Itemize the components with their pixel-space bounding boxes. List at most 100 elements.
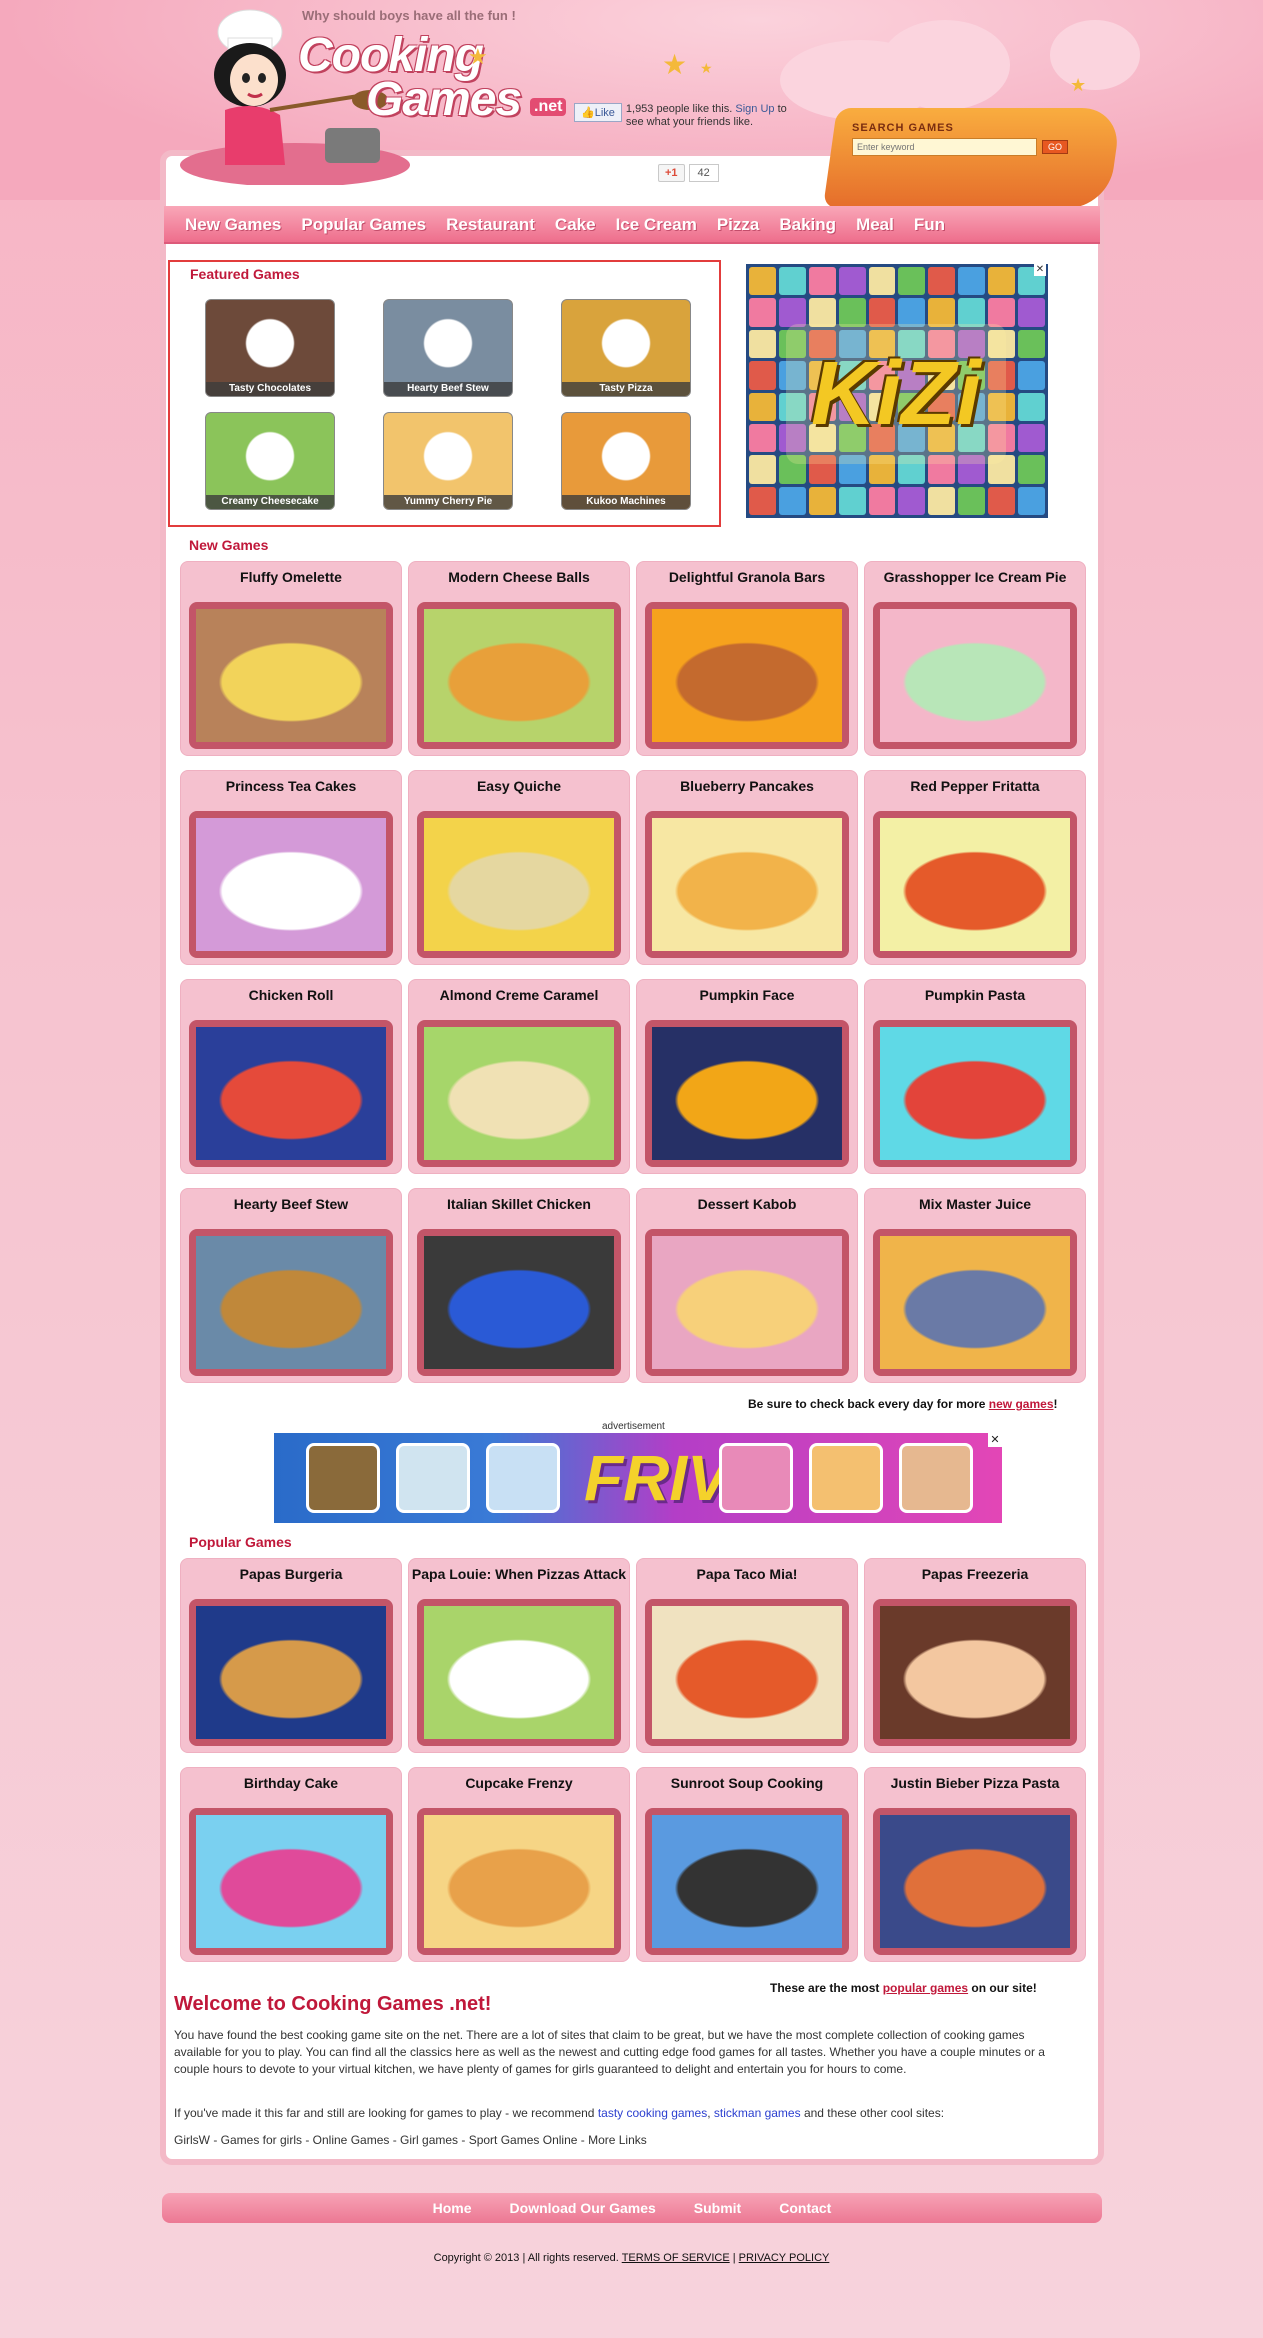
nav-cake[interactable]: Cake (555, 206, 596, 244)
game-thumbnail-frame[interactable] (417, 811, 621, 958)
tasty-cooking-games-link[interactable]: tasty cooking games (598, 2106, 707, 2120)
game-thumbnail[interactable] (196, 609, 386, 742)
game-thumbnail-frame[interactable] (645, 1808, 849, 1955)
nav-new-games[interactable]: New Games (185, 206, 281, 244)
game-thumbnail-frame[interactable] (873, 1808, 1077, 1955)
game-card[interactable]: Papa Louie: When Pizzas Attack (408, 1558, 630, 1753)
game-card[interactable]: Dessert Kabob (636, 1188, 858, 1383)
game-thumbnail[interactable] (880, 818, 1070, 951)
game-title[interactable]: Blueberry Pancakes (637, 779, 857, 794)
game-thumbnail[interactable] (652, 609, 842, 742)
close-icon[interactable]: ✕ (1034, 264, 1046, 276)
logo-text-games[interactable]: Games (366, 72, 522, 127)
game-title[interactable]: Papa Louie: When Pizzas Attack (409, 1567, 629, 1582)
game-title[interactable]: Delightful Granola Bars (637, 570, 857, 585)
game-thumbnail-frame[interactable] (417, 1599, 621, 1746)
game-thumbnail[interactable] (880, 1027, 1070, 1160)
game-title[interactable]: Papas Freezeria (865, 1567, 1085, 1582)
nav-ice-cream[interactable]: Ice Cream (616, 206, 697, 244)
game-thumbnail-frame[interactable] (417, 1229, 621, 1376)
game-title[interactable]: Princess Tea Cakes (181, 779, 401, 794)
game-title[interactable]: Modern Cheese Balls (409, 570, 629, 585)
game-card[interactable]: Justin Bieber Pizza Pasta (864, 1767, 1086, 1962)
game-title[interactable]: Dessert Kabob (637, 1197, 857, 1212)
game-title[interactable]: Hearty Beef Stew (181, 1197, 401, 1212)
game-title[interactable]: Pumpkin Face (637, 988, 857, 1003)
game-card[interactable]: Papa Taco Mia! (636, 1558, 858, 1753)
game-title[interactable]: Easy Quiche (409, 779, 629, 794)
nav-meal[interactable]: Meal (856, 206, 894, 244)
game-title[interactable]: Red Pepper Fritatta (865, 779, 1085, 794)
game-thumbnail[interactable] (424, 1236, 614, 1369)
game-title[interactable]: Italian Skillet Chicken (409, 1197, 629, 1212)
game-thumbnail-frame[interactable] (645, 1020, 849, 1167)
footer-home-link[interactable]: Home (433, 2193, 472, 2223)
game-title[interactable]: Grasshopper Ice Cream Pie (865, 570, 1085, 585)
friv-ad-banner[interactable]: FRIV ✕ (274, 1433, 1002, 1523)
game-title[interactable]: Papa Taco Mia! (637, 1567, 857, 1582)
kizi-ad[interactable]: KiZi ✕ (746, 264, 1048, 518)
featured-game-tile[interactable]: Creamy Cheesecake (205, 412, 335, 510)
nav-popular-games[interactable]: Popular Games (301, 206, 426, 244)
nav-fun[interactable]: Fun (914, 206, 945, 244)
game-thumbnail[interactable] (652, 1815, 842, 1948)
game-thumbnail[interactable] (652, 818, 842, 951)
game-card[interactable]: Pumpkin Pasta (864, 979, 1086, 1174)
footer-submit-link[interactable]: Submit (694, 2193, 741, 2223)
game-card[interactable]: Mix Master Juice (864, 1188, 1086, 1383)
game-thumbnail-frame[interactable] (873, 811, 1077, 958)
game-card[interactable]: Hearty Beef Stew (180, 1188, 402, 1383)
game-thumbnail[interactable] (880, 609, 1070, 742)
game-thumbnail[interactable] (196, 1027, 386, 1160)
game-card[interactable]: Pumpkin Face (636, 979, 858, 1174)
game-thumbnail[interactable] (880, 1236, 1070, 1369)
game-card[interactable]: Modern Cheese Balls (408, 561, 630, 756)
privacy-link[interactable]: PRIVACY POLICY (739, 2252, 830, 2264)
game-thumbnail[interactable] (424, 1027, 614, 1160)
game-thumbnail-frame[interactable] (873, 1229, 1077, 1376)
game-card[interactable]: Almond Creme Caramel (408, 979, 630, 1174)
game-thumbnail-frame[interactable] (189, 1020, 393, 1167)
game-card[interactable]: Red Pepper Fritatta (864, 770, 1086, 965)
partner-links[interactable]: GirlsW - Games for girls - Online Games … (174, 2132, 1062, 2149)
game-title[interactable]: Sunroot Soup Cooking (637, 1776, 857, 1791)
featured-game-tile[interactable]: Yummy Cherry Pie (383, 412, 513, 510)
game-thumbnail[interactable] (652, 1027, 842, 1160)
stickman-games-link[interactable]: stickman games (714, 2106, 801, 2120)
game-card[interactable]: Papas Burgeria (180, 1558, 402, 1753)
game-thumbnail[interactable] (196, 1606, 386, 1739)
game-thumbnail-frame[interactable] (417, 1808, 621, 1955)
game-title[interactable]: Fluffy Omelette (181, 570, 401, 585)
game-thumbnail[interactable] (424, 1815, 614, 1948)
game-thumbnail[interactable] (196, 818, 386, 951)
nav-baking[interactable]: Baking (779, 206, 836, 244)
game-thumbnail[interactable] (652, 1236, 842, 1369)
terms-link[interactable]: TERMS OF SERVICE (622, 2252, 730, 2264)
footer-download-link[interactable]: Download Our Games (510, 2193, 656, 2223)
game-thumbnail-frame[interactable] (873, 1020, 1077, 1167)
featured-game-tile[interactable]: Hearty Beef Stew (383, 299, 513, 397)
game-card[interactable]: Delightful Granola Bars (636, 561, 858, 756)
nav-restaurant[interactable]: Restaurant (446, 206, 535, 244)
game-thumbnail-frame[interactable] (189, 1808, 393, 1955)
game-thumbnail-frame[interactable] (873, 1599, 1077, 1746)
game-card[interactable]: Cupcake Frenzy (408, 1767, 630, 1962)
game-thumbnail-frame[interactable] (417, 1020, 621, 1167)
featured-game-tile[interactable]: Tasty Chocolates (205, 299, 335, 397)
game-thumbnail[interactable] (196, 1815, 386, 1948)
game-thumbnail-frame[interactable] (873, 602, 1077, 749)
game-card[interactable]: Chicken Roll (180, 979, 402, 1174)
facebook-signup-link[interactable]: Sign Up (735, 103, 774, 115)
game-thumbnail[interactable] (424, 609, 614, 742)
game-title[interactable]: Papas Burgeria (181, 1567, 401, 1582)
nav-pizza[interactable]: Pizza (717, 206, 760, 244)
search-input[interactable] (852, 138, 1037, 156)
game-title[interactable]: Cupcake Frenzy (409, 1776, 629, 1791)
google-plus-button[interactable]: +1 (658, 164, 685, 182)
featured-game-tile[interactable]: Tasty Pizza (561, 299, 691, 397)
game-thumbnail-frame[interactable] (645, 1599, 849, 1746)
game-thumbnail[interactable] (880, 1815, 1070, 1948)
game-title[interactable]: Almond Creme Caramel (409, 988, 629, 1003)
search-go-button[interactable]: GO (1042, 140, 1068, 154)
featured-game-tile[interactable]: Kukoo Machines (561, 412, 691, 510)
